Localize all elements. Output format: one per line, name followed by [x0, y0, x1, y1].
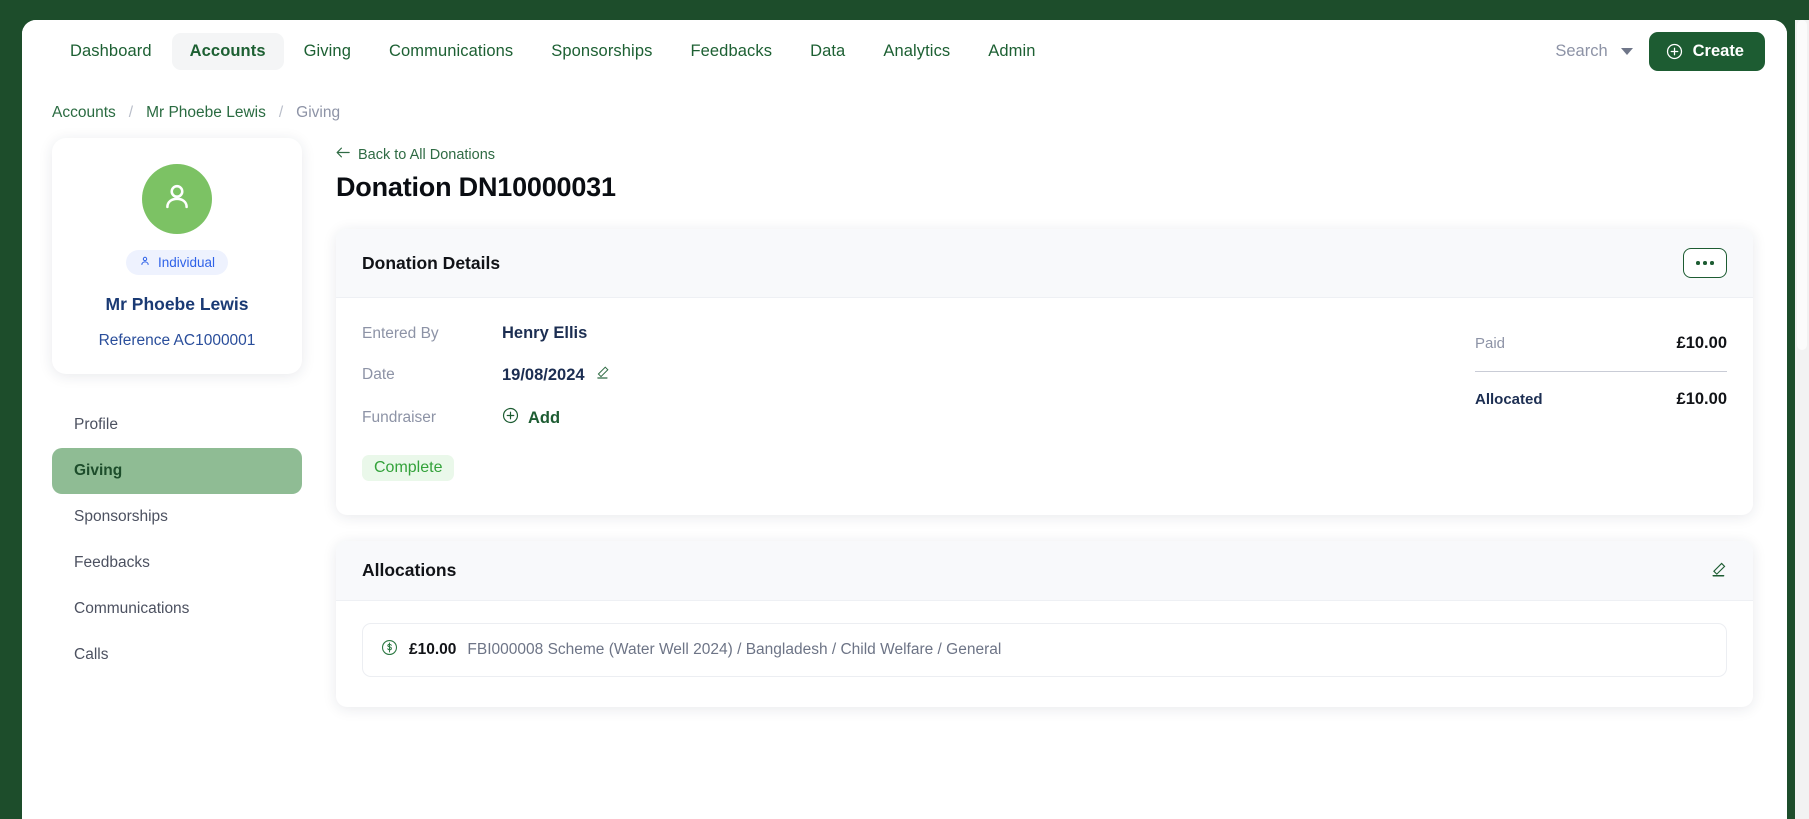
entered-by-label: Entered By [362, 324, 439, 342]
sidebar-item-calls[interactable]: Calls [52, 632, 302, 678]
search-label: Search [1555, 41, 1608, 60]
nav-tab-analytics[interactable]: Analytics [865, 33, 968, 70]
paid-label: Paid [1475, 335, 1506, 352]
nav-tab-feedbacks[interactable]: Feedbacks [672, 33, 790, 70]
person-small-icon [139, 255, 151, 270]
status-badge: Complete [362, 455, 455, 481]
allocations-header: Allocations [336, 541, 1753, 601]
breadcrumb-item-account-name[interactable]: Mr Phoebe Lewis [146, 104, 266, 122]
paid-value: £10.00 [1676, 334, 1727, 352]
allocation-amount: £10.00 [409, 641, 457, 658]
date-label: Date [362, 366, 395, 383]
nav-tab-giving[interactable]: Giving [286, 33, 369, 70]
ellipsis-icon [1696, 261, 1700, 265]
plus-circle-icon [1666, 43, 1683, 60]
top-navbar: Dashboard Accounts Giving Communications… [22, 20, 1787, 82]
allocated-value: £10.00 [1676, 390, 1727, 408]
donation-details-body: Entered By Henry Ellis Date 19/08/2024 F… [336, 298, 1753, 515]
nav-tab-sponsorships[interactable]: Sponsorships [533, 33, 670, 70]
total-row-allocated: Allocated £10.00 [1475, 384, 1727, 415]
nav-tab-admin[interactable]: Admin [970, 33, 1053, 70]
left-column: Individual Mr Phoebe Lewis Reference AC1… [52, 138, 302, 707]
breadcrumb-separator: / [278, 104, 284, 121]
plus-circle-icon [502, 407, 519, 429]
nav-tab-data[interactable]: Data [792, 33, 863, 70]
nav-tab-list: Dashboard Accounts Giving Communications… [52, 32, 1054, 70]
sidebar-item-communications[interactable]: Communications [52, 586, 302, 632]
chevron-down-icon [1620, 47, 1633, 55]
account-reference: Reference AC1000001 [68, 332, 286, 350]
account-profile-card: Individual Mr Phoebe Lewis Reference AC1… [52, 138, 302, 374]
sidebar-item-feedbacks[interactable]: Feedbacks [52, 540, 302, 586]
navbar-right-actions: Search Create [1555, 31, 1765, 71]
breadcrumb-separator: / [128, 104, 134, 121]
field-fundraiser: Fundraiser Add [362, 407, 1475, 429]
allocations-body: £10.00 FBI000008 Scheme (Water Well 2024… [336, 601, 1753, 707]
donation-details-title: Donation Details [362, 252, 501, 273]
create-button[interactable]: Create [1648, 31, 1765, 71]
account-reference-label: Reference [98, 332, 171, 349]
donation-details-header: Donation Details [336, 229, 1753, 298]
sidebar-item-giving[interactable]: Giving [52, 448, 302, 494]
date-value-group: 19/08/2024 [502, 365, 610, 385]
allocations-title: Allocations [362, 560, 457, 580]
ellipsis-icon [1703, 261, 1707, 265]
back-link-label: Back to All Donations [358, 146, 496, 163]
page-title: Donation DN10000031 [336, 172, 616, 202]
add-fundraiser-button[interactable]: Add [502, 407, 560, 429]
dollar-circle-icon [381, 639, 398, 661]
page-scrollbar[interactable] [1795, 20, 1809, 819]
donation-totals: Paid £10.00 Allocated £10.00 [1475, 324, 1727, 481]
breadcrumb-item-giving: Giving [296, 104, 341, 121]
page-shell: Dashboard Accounts Giving Communications… [22, 20, 1787, 819]
account-reference-value: AC1000001 [173, 332, 256, 349]
allocation-row[interactable]: £10.00 FBI000008 Scheme (Water Well 2024… [362, 623, 1727, 677]
donation-overflow-menu-button[interactable] [1683, 248, 1727, 278]
field-entered-by: Entered By Henry Ellis [362, 324, 1475, 343]
avatar [142, 164, 212, 234]
create-button-label: Create [1692, 41, 1744, 60]
person-icon [159, 179, 195, 220]
arrow-left-icon [336, 146, 350, 163]
allocations-card: Allocations £10.00 FBI000008 Scheme (Wat… [336, 541, 1753, 707]
pencil-icon[interactable] [595, 365, 610, 385]
scrollbar-thumb[interactable] [1797, 20, 1807, 350]
fundraiser-label: Fundraiser [362, 409, 437, 426]
donation-details-card: Donation Details Entered By Henry Ellis [336, 229, 1753, 515]
nav-tab-accounts[interactable]: Accounts [171, 32, 284, 70]
sidebar-item-profile[interactable]: Profile [52, 402, 302, 448]
allocation-description: FBI000008 Scheme (Water Well 2024) / Ban… [467, 641, 1002, 658]
breadcrumb: Accounts / Mr Phoebe Lewis / Giving [22, 82, 1787, 138]
ellipsis-icon [1710, 261, 1714, 265]
top-green-band [0, 0, 1809, 20]
back-to-all-donations-link[interactable]: Back to All Donations [336, 146, 1753, 163]
field-date: Date 19/08/2024 [362, 365, 1475, 385]
account-type-badge: Individual [125, 250, 229, 275]
account-type-label: Individual [157, 255, 216, 270]
main-column: Back to All Donations Donation DN1000003… [302, 138, 1787, 707]
allocated-label: Allocated [1475, 391, 1543, 408]
nav-tab-dashboard[interactable]: Dashboard [52, 33, 170, 70]
sidebar-item-sponsorships[interactable]: Sponsorships [52, 494, 302, 540]
nav-tab-communications[interactable]: Communications [371, 33, 531, 70]
donation-fields: Entered By Henry Ellis Date 19/08/2024 F… [362, 324, 1475, 481]
search-dropdown[interactable]: Search [1555, 41, 1633, 61]
date-value: 19/08/2024 [502, 365, 585, 384]
account-name: Mr Phoebe Lewis [105, 294, 249, 314]
pencil-icon [1710, 561, 1727, 581]
account-side-nav: Profile Giving Sponsorships Feedbacks Co… [52, 402, 302, 678]
edit-allocations-button[interactable] [1710, 561, 1727, 581]
page-body: Individual Mr Phoebe Lewis Reference AC1… [22, 138, 1787, 707]
add-fundraiser-label: Add [528, 408, 561, 427]
breadcrumb-item-accounts[interactable]: Accounts [52, 104, 116, 122]
app-viewport: Dashboard Accounts Giving Communications… [0, 0, 1809, 819]
total-row-paid: Paid £10.00 [1475, 328, 1727, 359]
totals-divider [1475, 371, 1727, 372]
entered-by-value: Henry Ellis [502, 324, 588, 342]
